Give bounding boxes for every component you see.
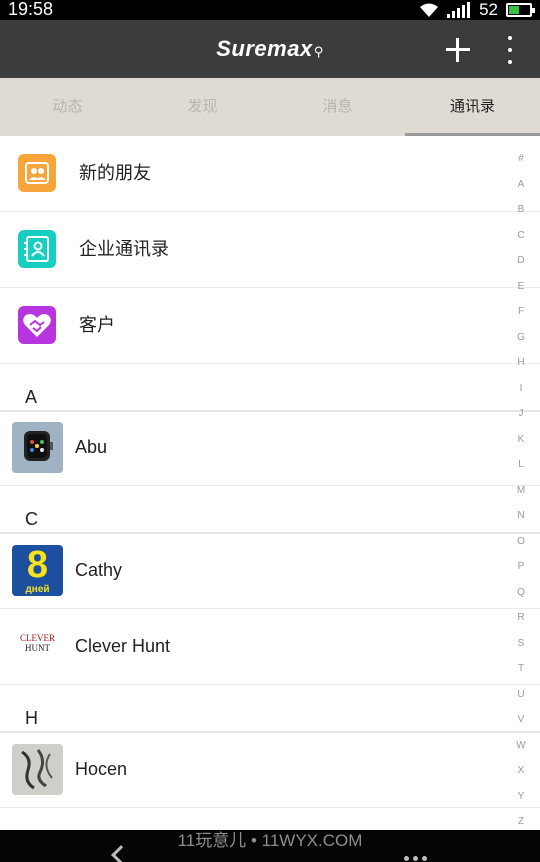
- list-item-customers[interactable]: 客户: [0, 288, 540, 364]
- avatar-text: 8: [26, 545, 49, 586]
- section-letter: A: [25, 387, 38, 407]
- watermark: 11玩意儿 • 11WYX.COM: [177, 831, 363, 850]
- list-item-new-friends[interactable]: 新的朋友: [0, 136, 540, 212]
- tab-messages[interactable]: 消息: [270, 78, 405, 136]
- index-letter[interactable]: #: [500, 146, 540, 172]
- add-icon[interactable]: [446, 38, 470, 62]
- index-letter[interactable]: Y: [500, 784, 540, 810]
- index-letter[interactable]: E: [500, 274, 540, 300]
- index-letter[interactable]: C: [500, 223, 540, 249]
- status-time: 19:58: [8, 0, 54, 19]
- app-bar: Suremax⚲: [0, 20, 540, 78]
- index-letter[interactable]: D: [500, 248, 540, 274]
- contact-row-hocen[interactable]: Hocen: [0, 732, 540, 808]
- status-icons: 52: [419, 0, 535, 20]
- index-letter[interactable]: N: [500, 503, 540, 529]
- index-letter[interactable]: P: [500, 554, 540, 580]
- index-letter[interactable]: R: [500, 605, 540, 631]
- contact-name: Hocen: [75, 759, 128, 779]
- status-bar: 19:58 52: [0, 0, 540, 20]
- avatar: [12, 744, 63, 795]
- avatar: [12, 422, 63, 473]
- menu-dots-icon[interactable]: [404, 856, 427, 861]
- company-contacts-icon: [18, 230, 56, 268]
- battery-icon: [506, 3, 535, 17]
- section-letter: C: [25, 509, 38, 529]
- index-letter[interactable]: O: [500, 529, 540, 555]
- index-letter[interactable]: Q: [500, 580, 540, 606]
- index-letter[interactable]: K: [500, 427, 540, 453]
- avatar: 8 дней: [12, 545, 63, 596]
- index-letter[interactable]: M: [500, 478, 540, 504]
- customer-icon: [18, 306, 56, 344]
- more-menu-icon[interactable]: [503, 36, 517, 64]
- index-letter[interactable]: H: [500, 350, 540, 376]
- contact-row-cathy[interactable]: 8 дней Cathy: [0, 533, 540, 609]
- new-friends-icon: [18, 154, 56, 192]
- avatar-subtext: дней: [25, 584, 50, 595]
- alphabet-index[interactable]: # A B C D E F G H I J K L M N O P Q R S T U V W X Y Z: [500, 146, 540, 836]
- contact-name: Abu: [75, 437, 108, 457]
- index-letter[interactable]: J: [500, 401, 540, 427]
- list-item-label: 客户: [79, 315, 115, 335]
- index-letter[interactable]: V: [500, 707, 540, 733]
- index-letter[interactable]: I: [500, 376, 540, 402]
- wifi-icon: [420, 3, 439, 17]
- tab-bar: 动态 发现 消息 通讯录: [0, 78, 540, 136]
- section-header-c: C: [0, 486, 540, 534]
- avatar: CLEVER HUNT: [12, 621, 63, 672]
- list-item-label: 企业通讯录: [79, 239, 169, 259]
- index-letter[interactable]: S: [500, 631, 540, 657]
- section-header-h: H: [0, 685, 540, 733]
- index-letter[interactable]: W: [500, 733, 540, 759]
- index-letter[interactable]: F: [500, 299, 540, 325]
- section-letter: H: [25, 708, 38, 728]
- tab-feed[interactable]: 动态: [0, 78, 135, 136]
- tab-discover[interactable]: 发现: [135, 78, 270, 136]
- list-item-label: 新的朋友: [79, 163, 151, 183]
- contact-name: Cathy: [75, 560, 123, 580]
- index-letter[interactable]: U: [500, 682, 540, 708]
- contact-row-abu[interactable]: Abu: [0, 410, 540, 486]
- index-letter[interactable]: X: [500, 758, 540, 784]
- index-letter[interactable]: A: [500, 172, 540, 198]
- contact-name: Clever Hunt: [75, 636, 171, 656]
- avatar-subtext: HUNT: [25, 643, 50, 653]
- avatar-text: CLEVER: [20, 633, 55, 643]
- tab-contacts[interactable]: 通讯录: [405, 78, 540, 136]
- index-letter[interactable]: L: [500, 452, 540, 478]
- signal-icon: [447, 2, 471, 18]
- contact-row-clever-hunt[interactable]: CLEVER HUNT Clever Hunt: [0, 609, 540, 685]
- list-item-company-contacts[interactable]: 企业通讯录: [0, 212, 540, 288]
- contact-list[interactable]: 新的朋友 企业通讯录 客户 A Abu C 8 дней Cathy CLEVE…: [0, 136, 540, 830]
- title-key-icon: ⚲: [313, 44, 324, 59]
- index-letter[interactable]: B: [500, 197, 540, 223]
- index-letter[interactable]: G: [500, 325, 540, 351]
- battery-percent: 52: [479, 0, 498, 19]
- section-header-a: A: [0, 364, 540, 412]
- system-nav-bar: 11玩意儿 • 11WYX.COM: [0, 830, 540, 862]
- index-letter[interactable]: T: [500, 656, 540, 682]
